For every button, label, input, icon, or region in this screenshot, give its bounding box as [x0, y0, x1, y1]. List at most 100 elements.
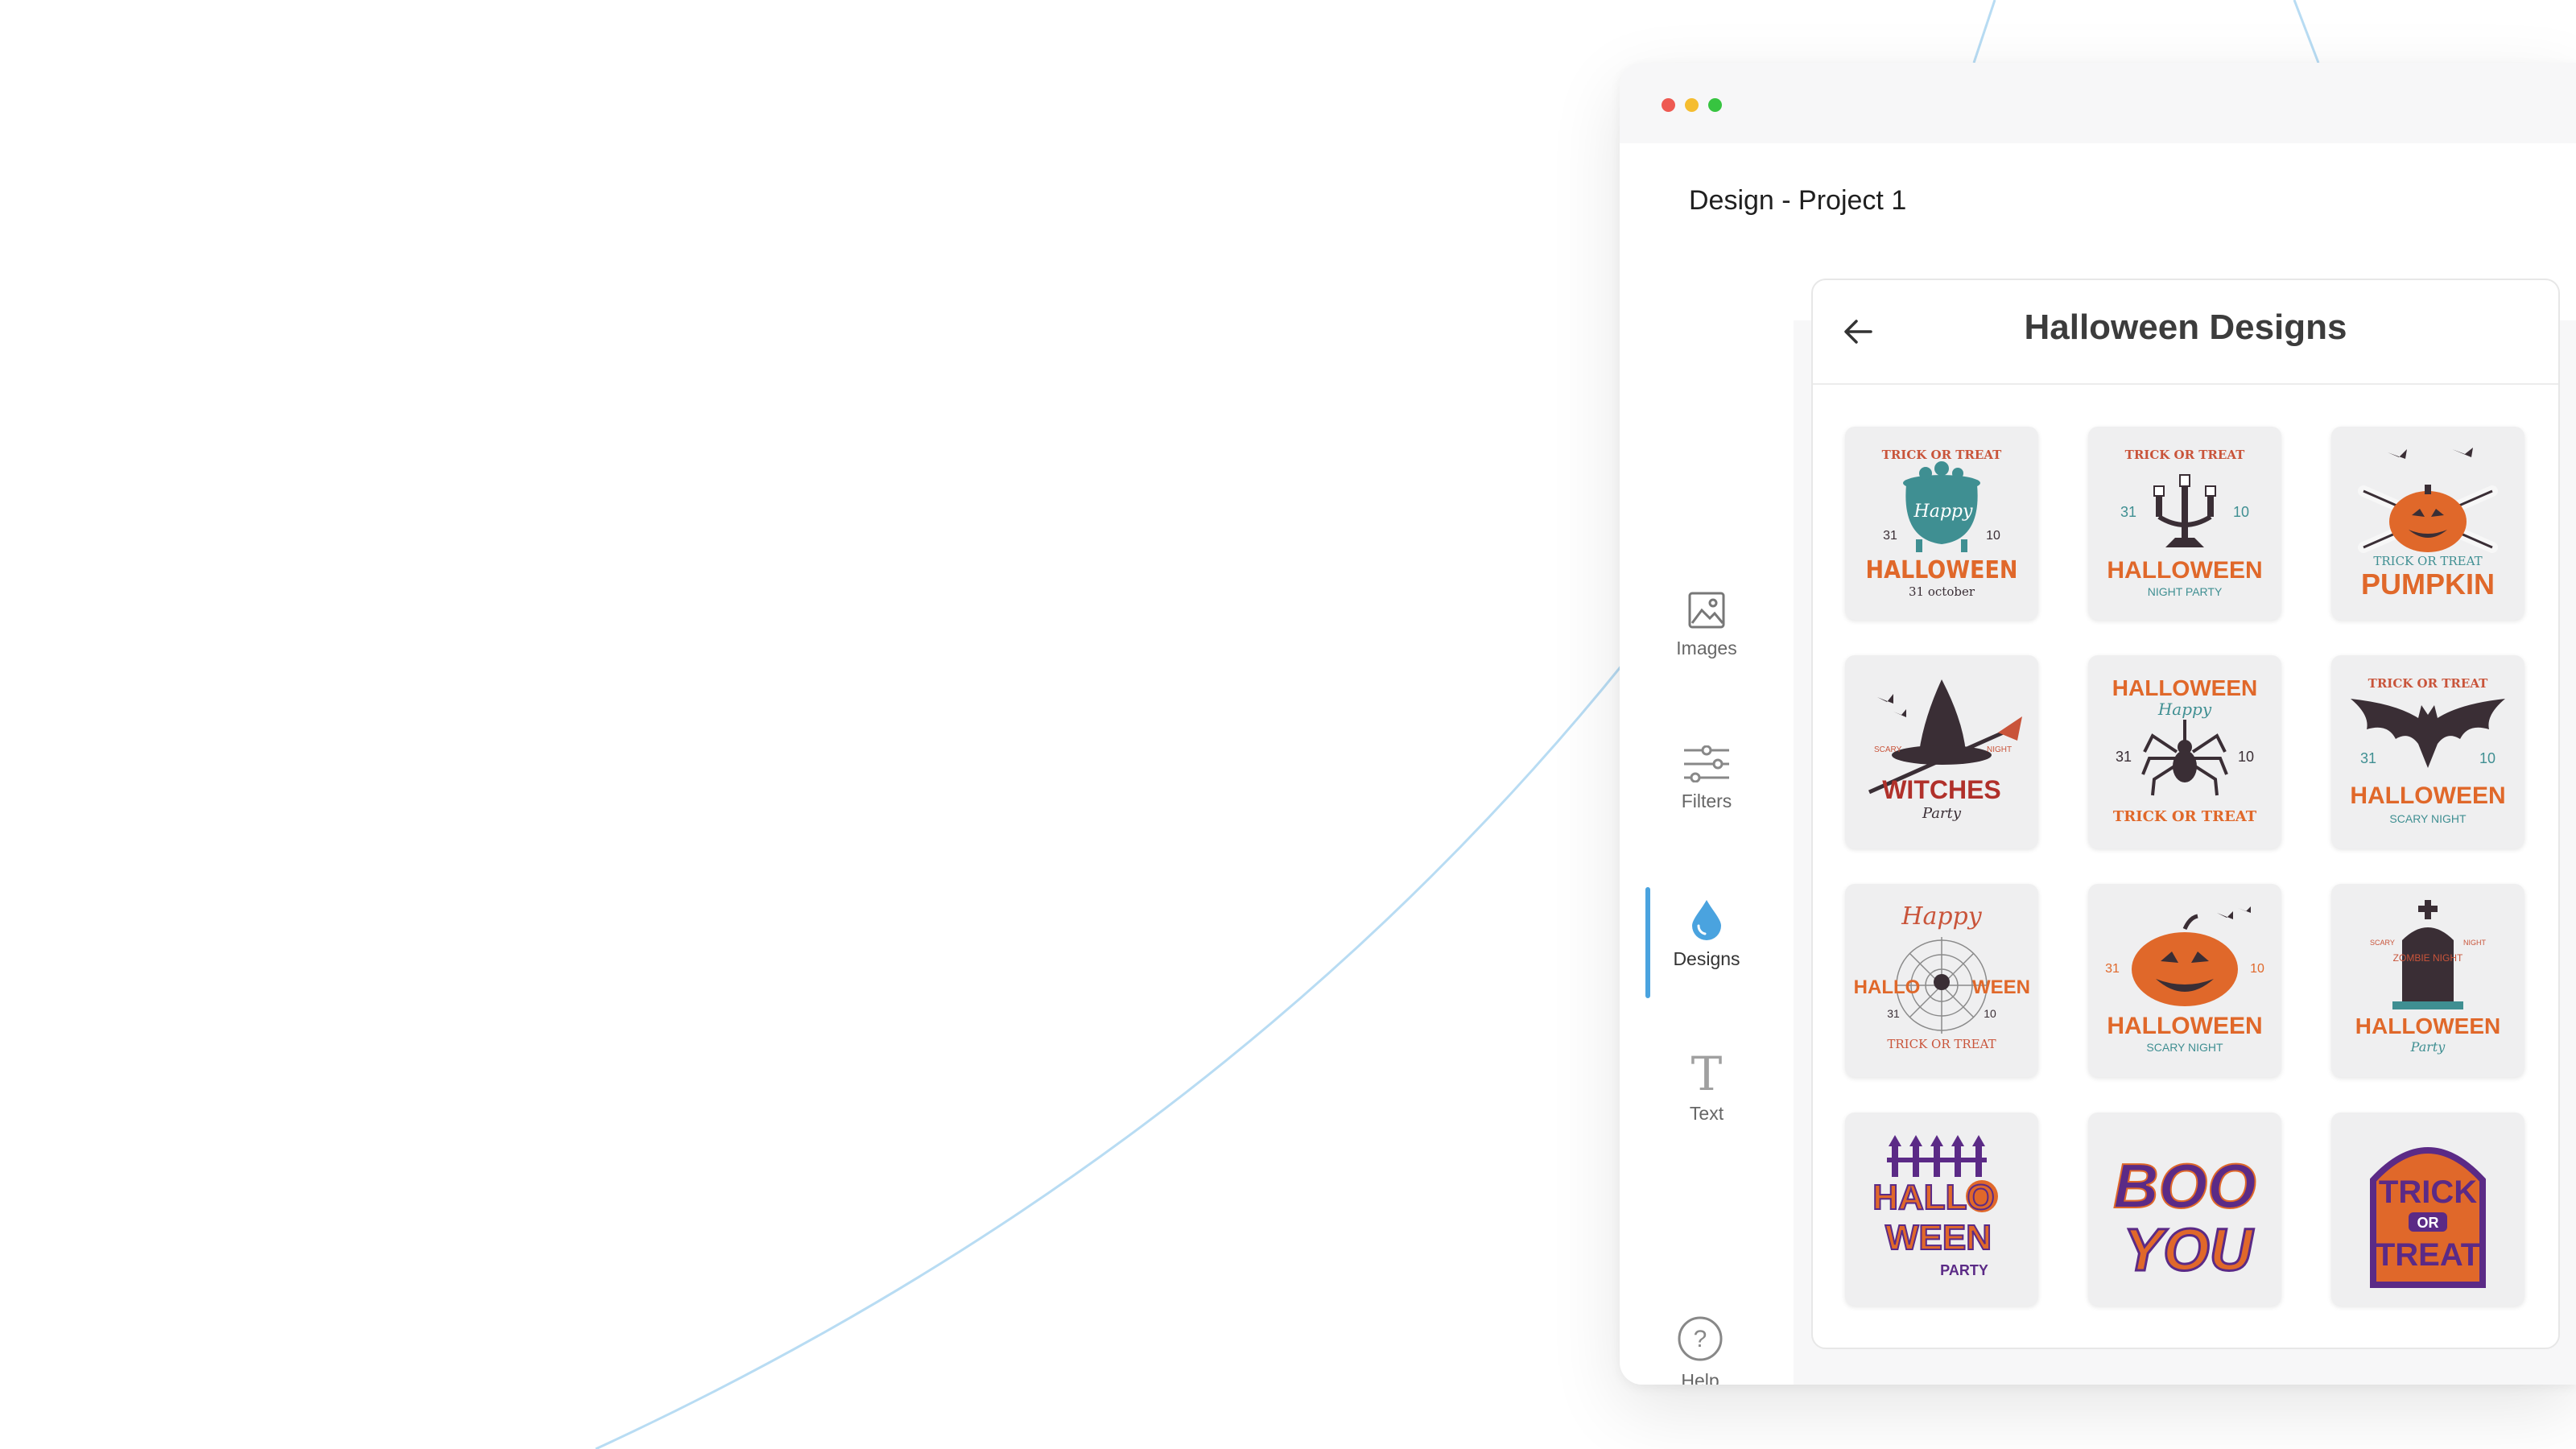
- design-top-text: HALLOWEEN: [2112, 675, 2257, 700]
- jack-o-lantern-design: 31 10 HALLOWEEN SCARY NIGHT: [2105, 906, 2264, 1054]
- design-left-number: 31: [2120, 504, 2136, 520]
- design-grid: TRICK OR TREAT Happy 31 10 HALLOWEEN 31 …: [1845, 427, 2524, 1306]
- design-script-text: Happy: [1901, 902, 1982, 931]
- sidebar-item-designs[interactable]: Designs: [1620, 887, 1794, 998]
- maximize-button[interactable]: [1708, 98, 1722, 112]
- design-left-number: 31: [2105, 962, 2120, 976]
- design-tile[interactable]: BOO YOU: [2088, 1113, 2281, 1306]
- sidebar-item-text[interactable]: T Text: [1620, 1050, 1794, 1138]
- drop-icon: [1692, 900, 1721, 940]
- design-left-small: SCARY: [1874, 745, 1902, 754]
- design-tile[interactable]: TRICK OR TREAT 31 10 HALLOWEEN SCARY NIG…: [2331, 655, 2524, 848]
- design-main-text: HALLOWEEN: [1866, 556, 2018, 584]
- design-tile[interactable]: TRICK OR TREAT Happy 31 10 HALLOWEEN 31 …: [1845, 427, 2038, 620]
- design-bottom-text: TRICK OR TREAT: [1887, 1037, 1996, 1051]
- help-label: Help: [1681, 1370, 1719, 1385]
- boo-you-design: BOO YOU: [2112, 1150, 2257, 1285]
- design-tile[interactable]: TRICK OR TREAT: [2331, 1113, 2524, 1306]
- design-mid-text: TRICK OR TREAT: [2373, 554, 2482, 568]
- design-right-number: 10: [2250, 962, 2264, 976]
- design-script-text: Happy: [2157, 700, 2212, 719]
- design-left-small: SCARY: [2370, 939, 2395, 947]
- design-main-text: WITCHES: [1882, 775, 2001, 804]
- design-script-text: Party: [2410, 1039, 2446, 1055]
- svg-text:?: ?: [1694, 1326, 1707, 1352]
- sidebar-item-label: Text: [1689, 1103, 1724, 1124]
- design-main-right: WEEN: [1972, 976, 2030, 998]
- sidebar: Images Filters Designs T Text ? Help: [1620, 320, 1794, 1385]
- design-main-text: HALLOWEEN: [2107, 1013, 2262, 1039]
- design-script-text: Happy: [1913, 502, 1973, 522]
- design-bottom-text: TRICK OR TREAT: [2113, 808, 2257, 825]
- design-right-number: 10: [2233, 504, 2249, 520]
- design-tile[interactable]: SCARY NIGHT WITCHES Party: [1845, 655, 2038, 848]
- design-right-number: 10: [2238, 749, 2254, 765]
- design-right-small: NIGHT: [2463, 939, 2487, 947]
- spider-web-design: Happy HALLO WEEN 31 10 TRICK OR TREAT: [1854, 902, 2030, 1051]
- design-tile[interactable]: ZOMBIE NIGHT SCARY NIGHT HALLOWEEN Party: [2331, 884, 2524, 1077]
- pumpkin-design: TRICK OR TREAT PUMPKIN: [2358, 448, 2498, 601]
- design-tile[interactable]: 31 10 HALLOWEEN SCARY NIGHT: [2088, 884, 2281, 1077]
- candelabra-design: TRICK OR TREAT 31 10 HALLOWEEN NIGHT PAR…: [2107, 448, 2262, 598]
- design-main-text: HALLOWEEN: [2107, 557, 2262, 584]
- design-main-text: HALLOWEEN: [2355, 1013, 2500, 1038]
- design-main-text: HALLOWEEN: [2350, 782, 2505, 809]
- design-sub-text: SCARY NIGHT: [2389, 812, 2467, 825]
- sliders-icon: [1684, 745, 1729, 782]
- window-controls: [1662, 98, 1722, 112]
- design-left-number: 31: [2116, 749, 2132, 765]
- design-tile[interactable]: HALLOWEEN Happy 31 10 TRICK OR TREAT: [2088, 655, 2281, 848]
- design-tile[interactable]: Happy HALLO WEEN 31 10 TRICK OR TREAT: [1845, 884, 2038, 1077]
- design-line2: WEEN: [1885, 1218, 1992, 1257]
- design-line1: HALLO: [1872, 1178, 1995, 1217]
- sidebar-item-images[interactable]: Images: [1620, 591, 1794, 679]
- tombstone-design: ZOMBIE NIGHT SCARY NIGHT HALLOWEEN Party: [2355, 900, 2500, 1055]
- design-right-number: 10: [1986, 529, 2000, 543]
- witch-hat-design: SCARY NIGHT WITCHES Party: [1868, 679, 2022, 822]
- cauldron-design: TRICK OR TREAT Happy 31 10 HALLOWEEN 31 …: [1866, 448, 2018, 599]
- design-mid-text: OR: [2417, 1215, 2439, 1231]
- design-right-number: 10: [2479, 750, 2496, 766]
- design-stone-text: ZOMBIE NIGHT: [2393, 952, 2463, 964]
- spider-design: HALLOWEEN Happy 31 10 TRICK OR TREAT: [2112, 675, 2257, 825]
- help-icon: ?: [1678, 1316, 1723, 1361]
- sidebar-item-filters[interactable]: Filters: [1620, 745, 1794, 834]
- design-sub-text: PARTY: [1940, 1262, 1988, 1278]
- design-top-text: TRICK OR TREAT: [2125, 448, 2245, 462]
- design-left-number: 31: [1887, 1007, 1900, 1020]
- sidebar-item-label: Images: [1676, 638, 1737, 658]
- close-button[interactable]: [1662, 98, 1675, 112]
- gravestone-design: TRICK OR TREAT: [2370, 1147, 2486, 1288]
- designs-panel: Halloween Designs TRICK OR TREAT Happy 3…: [1811, 279, 2560, 1349]
- minimize-button[interactable]: [1685, 98, 1699, 112]
- help-button[interactable]: ? Help: [1620, 1315, 1787, 1385]
- svg-text:T: T: [1691, 1050, 1723, 1095]
- design-tile[interactable]: TRICK OR TREAT PUMPKIN: [2331, 427, 2524, 620]
- design-right-number: 10: [1984, 1007, 1996, 1020]
- active-indicator: [1645, 887, 1650, 998]
- design-sub-text: SCARY NIGHT: [2146, 1041, 2223, 1054]
- design-main-text: PUMPKIN: [2361, 568, 2495, 601]
- bat-design: TRICK OR TREAT 31 10 HALLOWEEN SCARY NIG…: [2350, 676, 2505, 825]
- design-tile[interactable]: TRICK OR TREAT 31 10 HALLOWEEN NIGHT PAR…: [2088, 427, 2281, 620]
- sidebar-item-label: Filters: [1681, 791, 1732, 811]
- design-line2: YOU: [2124, 1216, 2254, 1283]
- design-sub-text: NIGHT PARTY: [2148, 585, 2223, 598]
- design-line1: TRICK: [2379, 1174, 2477, 1210]
- panel-header: Halloween Designs: [1813, 280, 2558, 385]
- app-window: Design - Project 1 Images Filters Design…: [1620, 63, 2576, 1385]
- design-tile[interactable]: HALLO WEEN PARTY: [1845, 1113, 2038, 1306]
- design-left-number: 31: [1883, 529, 1897, 543]
- design-left-number: 31: [2360, 750, 2376, 766]
- design-top-text: TRICK OR TREAT: [2368, 676, 2488, 691]
- fence-design: HALLO WEEN PARTY: [1872, 1135, 1998, 1278]
- design-sub-text: 31 october: [1909, 584, 1975, 599]
- image-icon: [1688, 592, 1725, 629]
- design-line2: TREAT: [2376, 1237, 2480, 1273]
- text-icon: T: [1691, 1050, 1723, 1095]
- design-script-text: Party: [1922, 805, 1962, 822]
- design-line1: BOO: [2113, 1150, 2256, 1221]
- window-title: Design - Project 1: [1689, 185, 1907, 216]
- design-top-text: TRICK OR TREAT: [1882, 448, 2002, 462]
- panel-title: Halloween Designs: [2024, 308, 2347, 347]
